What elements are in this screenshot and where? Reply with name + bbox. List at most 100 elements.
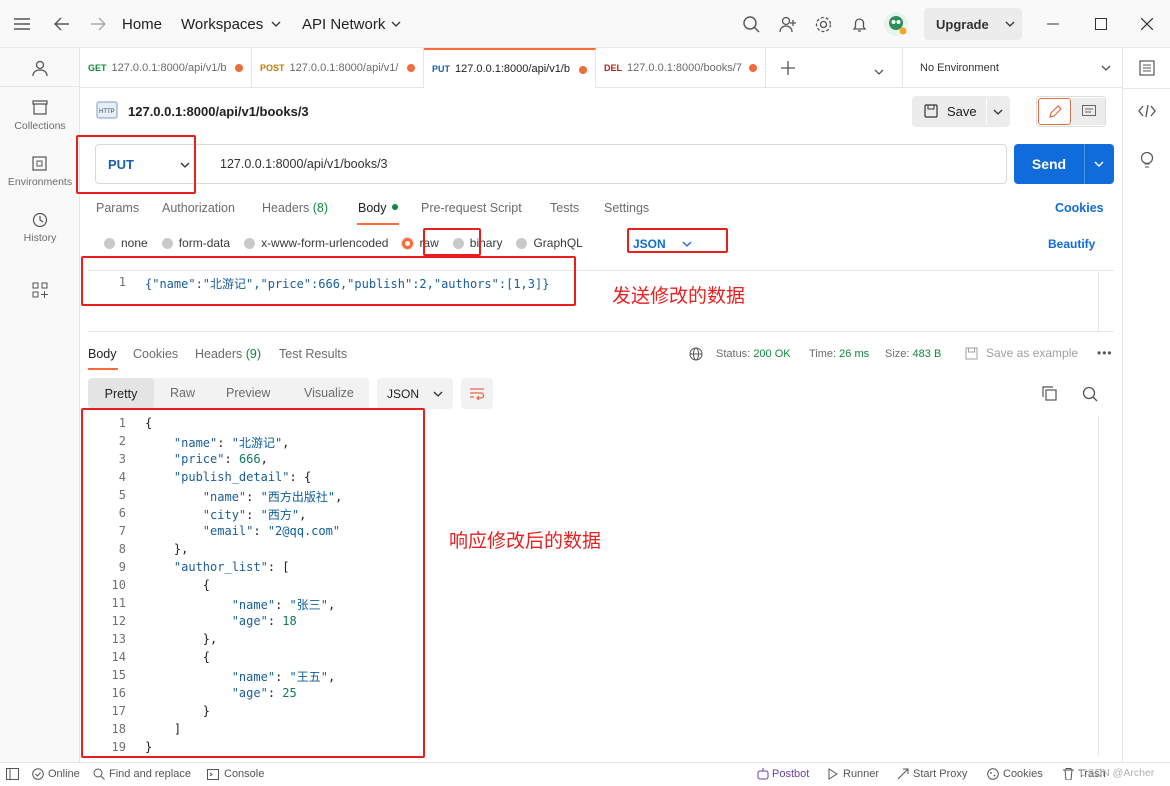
cookies-link[interactable]: Cookies — [1055, 201, 1104, 215]
invite-user-icon[interactable] — [779, 0, 797, 48]
radio-raw[interactable]: raw — [402, 236, 439, 250]
new-tab-plus-icon[interactable] — [781, 61, 795, 78]
view-pretty[interactable]: Pretty — [88, 378, 154, 409]
workspaces-menu[interactable]: Workspaces — [181, 0, 281, 48]
request-tab[interactable]: DEL 127.0.0.1:8000/books/7 — [596, 48, 766, 88]
sidebar-item-environments[interactable]: Environments — [0, 156, 80, 188]
online-status[interactable]: Online — [32, 768, 80, 780]
tab-overflow-chevron-icon[interactable] — [874, 64, 884, 78]
lightbulb-icon[interactable] — [1139, 151, 1155, 172]
tab-tests[interactable]: Tests — [550, 201, 579, 215]
code-icon[interactable] — [1138, 104, 1156, 121]
request-body-code[interactable]: {"name":"北游记","price":666,"publish":2,"a… — [145, 275, 549, 292]
radio-urlencoded[interactable]: x-www-form-urlencoded — [244, 236, 388, 250]
cookies-button[interactable]: Cookies — [987, 768, 1043, 780]
request-tab[interactable]: GET 127.0.0.1:8000/api/v1/b — [80, 48, 252, 88]
chevron-down-icon — [180, 162, 190, 168]
beautify-link[interactable]: Beautify — [1048, 237, 1095, 251]
radio-form-data[interactable]: form-data — [161, 236, 230, 250]
tab-headers[interactable]: Headers (8) — [262, 201, 328, 215]
cookies-label: Cookies — [1003, 768, 1043, 780]
runner-icon — [828, 768, 838, 780]
request-tab[interactable]: POST 127.0.0.1:8000/api/v1/ — [252, 48, 424, 88]
cookie-icon — [987, 768, 999, 780]
status-label: Status: — [716, 348, 751, 360]
search-icon[interactable] — [743, 0, 760, 48]
resp-tab-headers[interactable]: Headers (9) — [195, 347, 261, 361]
tab-params[interactable]: Params — [96, 201, 139, 215]
forward-arrow-icon[interactable] — [90, 0, 106, 48]
status-value[interactable]: 200 OK — [753, 348, 790, 360]
resp-tab-body[interactable]: Body — [88, 347, 117, 361]
unsaved-dot — [579, 66, 587, 74]
tab-body[interactable]: Body — [358, 201, 398, 215]
response-format-select[interactable]: JSON — [377, 378, 453, 409]
time-value[interactable]: 26 ms — [839, 348, 869, 360]
upgrade-button[interactable]: Upgrade — [924, 8, 1022, 40]
menu-icon[interactable] — [14, 0, 30, 48]
comment-icon[interactable] — [1072, 98, 1105, 125]
save-disk-icon — [924, 104, 938, 121]
resp-tab-test-results[interactable]: Test Results — [279, 347, 347, 361]
tab-authorization[interactable]: Authorization — [162, 201, 235, 215]
avatar[interactable] — [883, 0, 909, 48]
postbot-button[interactable]: Postbot — [757, 768, 809, 780]
close-icon[interactable] — [1141, 0, 1153, 48]
apps-grid-icon[interactable] — [0, 282, 80, 302]
request-tab-active[interactable]: PUT 127.0.0.1:8000/api/v1/b — [424, 48, 596, 88]
radio-binary[interactable]: binary — [452, 236, 502, 250]
back-arrow-icon[interactable] — [54, 0, 70, 48]
annotation-response: 响应修改后的数据 — [449, 531, 602, 552]
method-select[interactable]: PUT — [96, 145, 196, 183]
api-network-menu[interactable]: API Network — [302, 0, 401, 48]
environment-quicklook-icon[interactable] — [1139, 60, 1155, 79]
raw-format-select[interactable]: JSON — [633, 237, 692, 251]
environment-selector[interactable]: No Environment — [902, 48, 1122, 88]
line-number: 1 — [118, 416, 126, 430]
unsaved-dot — [749, 64, 757, 72]
view-preview[interactable]: Preview — [226, 386, 270, 400]
runner-button[interactable]: Runner — [827, 768, 879, 780]
settings-gear-icon[interactable] — [815, 0, 832, 48]
size-label: Size: — [885, 348, 910, 360]
copy-icon[interactable] — [1042, 386, 1057, 404]
chevron-down-icon[interactable] — [993, 109, 1003, 115]
save-button-group: Save — [912, 96, 1010, 127]
request-title[interactable]: 127.0.0.1:8000/api/v1/books/3 — [128, 104, 309, 119]
home-link[interactable]: Home — [122, 0, 162, 48]
response-scrollbar[interactable] — [1098, 416, 1112, 756]
save-disk-icon — [965, 347, 978, 359]
search-icon[interactable] — [1082, 386, 1098, 405]
console-button[interactable]: Console — [207, 768, 264, 780]
tab-prerequest-script[interactable]: Pre-request Script — [421, 201, 522, 215]
account-icon[interactable] — [0, 60, 80, 80]
toggle-sidebar-icon[interactable] — [6, 768, 19, 780]
response-code-line: "email": "2@qq.com" — [202, 524, 341, 538]
editor-scrollbar[interactable] — [1098, 271, 1112, 331]
send-button[interactable]: Send — [1014, 144, 1084, 184]
minimize-icon[interactable] — [1047, 0, 1059, 48]
postbot-label: Postbot — [772, 768, 810, 780]
sidebar-item-history[interactable]: History — [0, 212, 80, 244]
svg-text:HTTP: HTTP — [99, 109, 115, 115]
save-as-example-button[interactable]: Save as example — [965, 346, 1078, 360]
start-proxy-button[interactable]: Start Proxy — [897, 768, 967, 780]
more-options-icon[interactable]: ••• — [1097, 346, 1113, 360]
find-replace-button[interactable]: Find and replace — [93, 768, 191, 780]
edit-pencil-icon[interactable] — [1038, 98, 1071, 125]
wrap-lines-icon[interactable] — [461, 378, 493, 409]
radio-graphql[interactable]: GraphQL — [516, 236, 583, 250]
sidebar-item-collections[interactable]: Collections — [0, 100, 80, 132]
tab-settings[interactable]: Settings — [604, 201, 649, 215]
notification-bell-icon[interactable] — [852, 0, 867, 48]
url-input[interactable]: 127.0.0.1:8000/api/v1/books/3 — [220, 157, 388, 171]
save-button[interactable]: Save — [947, 104, 977, 119]
resp-tab-cookies[interactable]: Cookies — [133, 347, 178, 361]
maximize-icon[interactable] — [1095, 0, 1107, 48]
view-visualize[interactable]: Visualize — [304, 386, 354, 400]
size-value[interactable]: 483 B — [913, 348, 942, 360]
chevron-down-icon[interactable] — [1094, 161, 1104, 167]
radio-none[interactable]: none — [104, 236, 148, 250]
view-raw[interactable]: Raw — [170, 386, 195, 400]
line-number: 4 — [118, 470, 126, 484]
